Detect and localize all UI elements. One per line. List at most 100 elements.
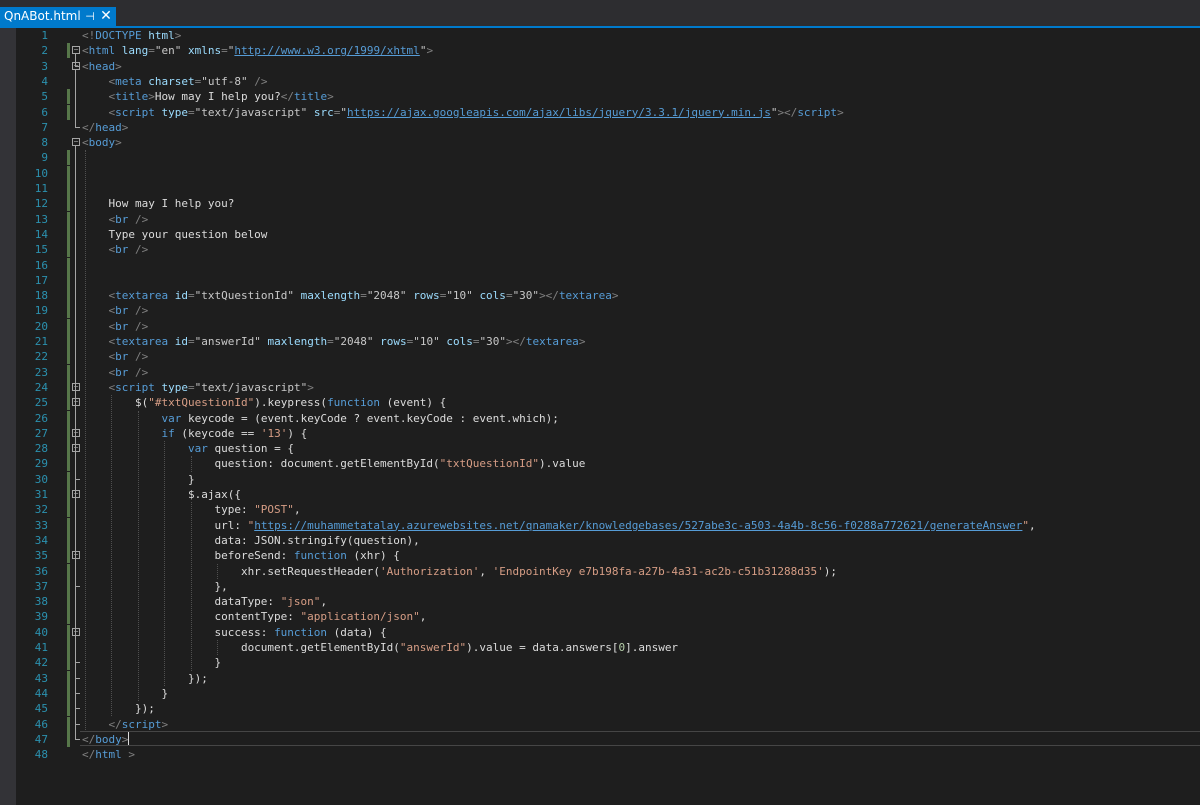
change-marker (67, 563, 70, 579)
collapse-icon[interactable]: − (72, 398, 80, 407)
code-line[interactable]: 29 question: document.getElementById("tx… (0, 456, 1200, 472)
code-line[interactable]: 30 } (0, 471, 1200, 487)
code-line[interactable]: 27 − if (keycode == '13') { (0, 425, 1200, 441)
line-number: 24 (34, 380, 48, 394)
code-line[interactable]: 2 − <html lang="en" xmlns="http://www.w3.o… (0, 43, 1200, 59)
code-line[interactable]: 19 <br /> (0, 303, 1200, 319)
collapse-icon[interactable]: − (72, 627, 80, 636)
collapse-icon[interactable]: − (72, 382, 80, 391)
code-token: function (327, 396, 381, 410)
code-line[interactable]: 35 − beforeSend: function (xhr) { (0, 548, 1200, 564)
tab-strip: QnABot.html ⊣ ✕ (0, 0, 1200, 28)
code-line[interactable]: 1 <!DOCTYPE html> (0, 28, 1200, 43)
code-token: </ (82, 120, 96, 134)
code-line[interactable]: 7 </head> (0, 120, 1200, 135)
code-line[interactable]: 34 data: JSON.stringify(question), (0, 532, 1200, 548)
code-token: body (88, 136, 116, 150)
code-line[interactable]: 32 type: "POST", (0, 502, 1200, 518)
code-token: = (327, 335, 334, 348)
code-token: "2048" (366, 289, 407, 303)
code-token: br (115, 365, 129, 379)
code-line[interactable]: 6 <script type="text/javascript" src="ht… (0, 104, 1200, 120)
code-line[interactable]: 39 contentType: "application/json", (0, 609, 1200, 625)
code-line[interactable]: 5 <title>How may I help you?</title> (0, 89, 1200, 105)
code-token: > (174, 29, 182, 42)
code-line[interactable]: 43 }); (0, 670, 1200, 686)
code-line[interactable]: 12 How may I help you? (0, 196, 1200, 212)
code-line[interactable]: 38 dataType: "json", (0, 594, 1200, 610)
pin-icon[interactable]: ⊣ (84, 7, 96, 26)
code-text: <br /> (82, 319, 149, 334)
code-line[interactable]: 36 xhr.setRequestHeader('Authorization',… (0, 563, 1200, 579)
code-token[interactable]: https://muhammetatalay.azurewebsites.net… (254, 519, 1022, 532)
code-token[interactable]: https://ajax.googleapis.com/ajax/libs/jq… (347, 106, 771, 119)
code-token: "json" (280, 595, 321, 609)
code-line[interactable]: 8 − <body> (0, 135, 1200, 150)
collapse-icon[interactable]: − (72, 490, 80, 498)
code-line[interactable]: 46 </script> (0, 716, 1200, 732)
collapse-icon[interactable]: − (72, 551, 80, 560)
code-token: }); (82, 671, 208, 685)
code-line[interactable]: 16 (0, 257, 1200, 273)
change-marker (67, 288, 70, 304)
code-token: = (188, 380, 195, 394)
collapse-icon[interactable]: − (72, 46, 80, 55)
code-line[interactable]: 48 </html > (0, 747, 1200, 762)
code-editor[interactable]: 1 <!DOCTYPE html> 2− <html lang="en" xmlns=… (0, 28, 1200, 805)
code-line[interactable]: 22 <br /> (0, 349, 1200, 365)
collapse-icon[interactable]: − (72, 444, 80, 453)
code-token: ></ (539, 289, 559, 303)
collapse-icon[interactable]: − (72, 138, 80, 147)
code-line[interactable]: 25 − $("#txtQuestionId").keypress(functio… (0, 395, 1200, 411)
code-token: "application/json" (300, 610, 420, 624)
code-token: > (121, 120, 129, 134)
code-line[interactable]: 26 var keycode = (event.keyCode ? event.… (0, 410, 1200, 426)
code-token: (event) { (380, 396, 447, 410)
code-token: br (115, 304, 129, 318)
code-line[interactable]: 42 } (0, 655, 1200, 671)
code-text: Type your question below (82, 227, 267, 242)
code-line[interactable]: 14 Type your question below (0, 226, 1200, 242)
collapse-icon[interactable]: − (72, 428, 80, 437)
code-token: id (174, 335, 188, 348)
line-number: 11 (34, 182, 48, 195)
code-line[interactable]: 37 }, (0, 578, 1200, 594)
code-token[interactable]: http://www.w3.org/1999/xhtml (234, 44, 419, 57)
code-token: cols (446, 335, 473, 348)
code-line[interactable]: 3−<head> (0, 59, 1200, 74)
code-line[interactable]: 13 <br /> (0, 211, 1200, 227)
code-line[interactable]: 9 (0, 150, 1200, 166)
code-line[interactable]: 44 } (0, 685, 1200, 701)
code-line[interactable]: 40 − success: function (data) { (0, 624, 1200, 640)
code-line[interactable]: 11 (0, 181, 1200, 196)
code-line[interactable]: 18 <textarea id="txtQuestionId" maxlengt… (0, 288, 1200, 304)
code-line[interactable]: 45 }); (0, 701, 1200, 717)
code-line[interactable]: 17 (0, 272, 1200, 288)
line-number: 30 (34, 472, 48, 486)
code-token: question = { (207, 442, 294, 456)
code-line[interactable]: 4 <meta charset="utf-8" /> (0, 74, 1200, 89)
code-line[interactable]: 28 − var question = { (0, 441, 1200, 457)
code-token: maxlength (300, 289, 361, 303)
code-line[interactable]: 23 <br /> (0, 364, 1200, 380)
change-marker (67, 578, 70, 594)
line-number: 32 (34, 503, 48, 517)
code-line[interactable]: 21 <textarea id="answerId" maxlength="20… (0, 334, 1200, 349)
tab-qnabot-html[interactable]: QnABot.html ⊣ ✕ (0, 7, 116, 26)
code-line[interactable]: 20 <br /> (0, 318, 1200, 334)
code-text: <br /> (82, 212, 149, 227)
code-line[interactable]: 31 − $.ajax({ (0, 487, 1200, 502)
line-number: 42 (34, 656, 48, 670)
code-token: </ (82, 748, 96, 762)
code-token: cols (479, 289, 506, 303)
code-line[interactable]: 41 document.getElementById("answerId").v… (0, 640, 1200, 655)
code-token: </ (280, 90, 294, 104)
code-line[interactable]: 15 <br /> (0, 242, 1200, 258)
code-token: rows (380, 335, 407, 348)
code-line[interactable]: 10 (0, 165, 1200, 181)
close-icon[interactable]: ✕ (99, 7, 113, 26)
code-line[interactable]: 24 − <script type="text/javascript"> (0, 379, 1200, 395)
code-line[interactable]: 33 url: "https://muhammetatalay.azureweb… (0, 517, 1200, 533)
